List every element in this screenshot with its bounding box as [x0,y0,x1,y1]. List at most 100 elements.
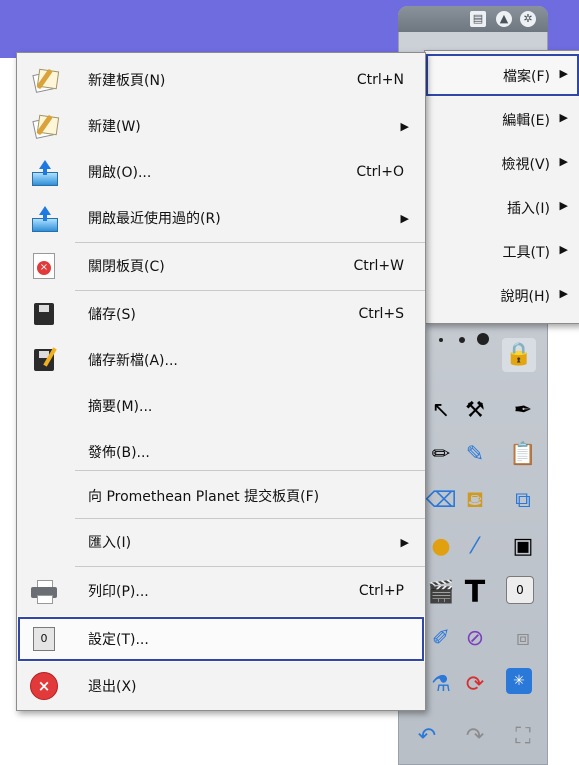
menu-item-shortcut: Ctrl+S [358,306,404,322]
menu-item-settings[interactable]: 0 設定(T)... [17,616,425,662]
flask-icon[interactable]: ⚗ [424,668,458,702]
pen-size-dots[interactable] [425,330,495,350]
menu-item-shortcut: Ctrl+P [358,583,404,599]
menu-tools-label: 工具(T) [502,245,550,261]
save-icon [30,300,58,328]
menu-item-label: 新建板頁(N) [88,73,166,89]
menu-item-label: 退出(X) [88,679,137,695]
highlighter-icon[interactable]: ✎ [458,438,492,472]
text-icon[interactable]: T [458,576,492,610]
menu-item-save[interactable]: 儲存(S) Ctrl+S [17,291,425,337]
menu-item-shortcut: Ctrl+O [356,164,404,180]
grid-icon[interactable]: ✳ [506,668,532,694]
gear-icon[interactable]: ✲ [520,11,536,27]
marker-icon[interactable]: ✏ [424,438,458,472]
menu-item-open-recent[interactable]: 開啟最近使用過的(R) ▶ [17,195,425,241]
menu-item-new-flipchart[interactable]: 新建板頁(N) Ctrl+N [17,57,425,103]
screenshot-icon[interactable]: ⛶ [506,720,540,754]
new-flipchart-icon [30,66,60,94]
menu-item-shortcut: Ctrl+W [353,258,404,274]
menu-item-summary[interactable]: 摘要(M)... [17,383,425,429]
menu-item-label: 新建(W) [88,119,141,135]
menu-item-open[interactable]: 開啟(O)... Ctrl+O [17,149,425,195]
chevron-right-icon: ▶ [559,243,568,256]
menu-item-new[interactable]: 新建(W) ▶ [17,103,425,149]
pen-size-dot-medium[interactable] [459,337,465,343]
menu-item-label: 開啟(O)... [88,165,152,181]
menu-item-submit-planet[interactable]: 向 Promethean Planet 提交板頁(F) [17,473,425,519]
menu-bar-dropdown: 檔案(F) ▶ 編輯(E) ▶ 檢視(V) ▶ 插入(I) ▶ 工具(T) ▶ … [424,50,579,324]
pen-size-dot-large[interactable] [477,333,489,345]
menu-item-label: 儲存新檔(A)... [88,353,178,369]
exit-icon: × [30,672,58,700]
magic-pen-icon[interactable]: ✐ [424,622,458,656]
fill-icon[interactable]: ⛾ [458,484,492,518]
menu-item-label: 摘要(M)... [88,399,153,415]
menu-item-label: 開啟最近使用過的(R) [88,211,221,227]
file-menu: 新建板頁(N) Ctrl+N 新建(W) ▶ 開啟(O)... Ctrl+O 開… [16,52,426,711]
lock-icon[interactable]: 🔒 [502,338,536,372]
menu-insert[interactable]: 插入(I) ▶ [425,185,579,229]
menu-help[interactable]: 說明(H) ▶ [425,273,579,317]
disable-icon[interactable]: ⊘ [458,622,492,656]
paste-icon[interactable]: ⧉ [506,484,540,518]
new-icon [30,112,60,140]
menu-item-label: 向 Promethean Planet 提交板頁(F) [88,489,320,505]
menu-view-label: 檢視(V) [501,157,550,173]
chevron-right-icon: ▶ [400,211,409,225]
save-icon[interactable]: ▣ [506,530,540,564]
menu-edit[interactable]: 編輯(E) ▶ [425,97,579,141]
chevron-right-icon: ▶ [559,67,568,80]
close-flipchart-icon: × [30,252,58,280]
menu-item-close-flipchart[interactable]: × 關閉板頁(C) Ctrl+W [17,243,425,289]
menu-item-import[interactable]: 匯入(I) ▶ [17,519,425,565]
shape-icon[interactable]: ● [424,530,458,564]
menu-item-shortcut: Ctrl+N [356,72,404,88]
printer-icon [30,577,58,605]
menu-item-label: 匯入(I) [88,535,132,551]
menu-item-save-as[interactable]: 儲存新檔(A)... [17,337,425,383]
pointer-icon[interactable]: ↖ [424,394,458,428]
syringe-icon[interactable]: ⁄ [458,530,492,564]
open-recent-icon [30,204,58,232]
chevron-right-icon: ▶ [559,199,568,212]
save-as-icon [30,346,58,374]
toolbox-titlebar: ▤ ▲ ✲ [398,6,548,32]
chevron-right-icon: ▶ [400,119,409,133]
menu-help-label: 說明(H) [500,289,550,305]
up-arrow-icon[interactable]: ▲ [496,11,512,27]
menu-separator [75,470,425,471]
menu-edit-label: 編輯(E) [502,113,550,129]
chevron-right-icon: ▶ [400,535,409,549]
document-icon[interactable]: ▤ [470,11,486,27]
menu-view[interactable]: 檢視(V) ▶ [425,141,579,185]
menu-item-exit[interactable]: × 退出(X) [17,663,425,709]
undo-icon[interactable]: ↶ [410,720,444,754]
chevron-right-icon: ▶ [559,111,568,124]
menu-file[interactable]: 檔案(F) ▶ [425,53,579,97]
open-icon [30,158,58,186]
pen-size-dot-small[interactable] [439,338,443,342]
menu-item-label: 設定(T)... [88,632,149,648]
pen-icon[interactable]: ✒ [506,394,540,428]
settings-icon: 0 [30,625,58,653]
menu-item-label: 發佈(B)... [88,445,150,461]
menu-item-label: 關閉板頁(C) [88,259,165,275]
clipboard-icon[interactable]: 📋 [506,438,540,472]
settings-icon[interactable]: 0 [506,576,534,604]
chevron-right-icon: ▶ [559,155,568,168]
menu-item-print[interactable]: 列印(P)... Ctrl+P [17,568,425,614]
menu-item-label: 儲存(S) [88,307,136,323]
eraser-icon[interactable]: ⌫ [424,484,458,518]
menu-item-label: 列印(P)... [88,584,149,600]
menu-separator [75,566,425,567]
clapper-icon[interactable]: 🎬 [424,576,458,610]
refresh-icon[interactable]: ⟳ [458,668,492,702]
tools-icon[interactable]: ⚒ [458,394,492,428]
layers-icon[interactable]: ⧈ [506,622,540,656]
menu-tools[interactable]: 工具(T) ▶ [425,229,579,273]
chevron-right-icon: ▶ [559,287,568,300]
menu-item-publish[interactable]: 發佈(B)... [17,429,425,475]
redo-icon[interactable]: ↷ [458,720,492,754]
menu-file-label: 檔案(F) [503,69,550,85]
